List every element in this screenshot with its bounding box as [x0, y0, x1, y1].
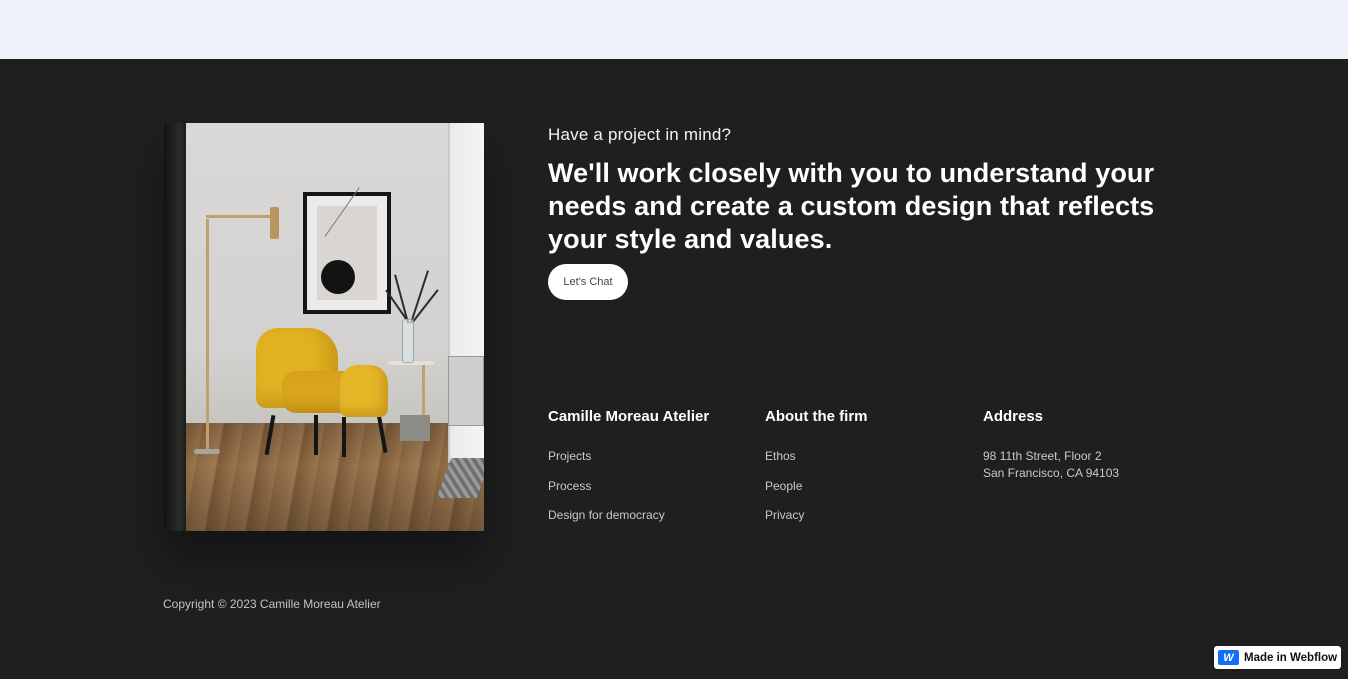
photo-lamp-arm [206, 215, 272, 218]
address-line: 98 11th Street, Floor 2 [983, 449, 1102, 463]
photo-door [164, 123, 186, 531]
photo-cabinet [448, 356, 484, 426]
photo-chair-arm [340, 365, 388, 417]
photo-artwork-frame [303, 187, 391, 314]
column-heading: About the firm [765, 408, 868, 425]
footer-column-address: Address 98 11th Street, Floor 2 San Fran… [983, 408, 1119, 482]
cta-eyebrow: Have a project in mind? [548, 125, 732, 144]
made-in-webflow-badge[interactable]: W Made in Webflow [1214, 646, 1341, 669]
photo-vase [402, 319, 414, 363]
photo-lamp-base [194, 449, 220, 454]
cta-headline: We'll work closely with you to understan… [548, 158, 1155, 254]
footer-column-brand: Camille Moreau Atelier Projects Process … [548, 408, 709, 537]
column-heading: Camille Moreau Atelier [548, 408, 710, 425]
footer-link-projects[interactable]: Projects [548, 448, 709, 478]
footer-link-people[interactable]: People [765, 478, 868, 508]
photo-planter [400, 415, 430, 441]
footer-link-process[interactable]: Process [548, 478, 709, 508]
column-heading: Address [983, 408, 1044, 425]
footer-link-design-for-democracy[interactable]: Design for democracy [548, 507, 709, 537]
interior-photo [164, 123, 484, 531]
footer-link-privacy[interactable]: Privacy [765, 507, 868, 537]
address-line: San Francisco, CA 94103 [983, 466, 1120, 480]
footer-links: Projects Process Design for democracy [548, 448, 709, 537]
top-band [0, 0, 1348, 59]
footer-link-ethos[interactable]: Ethos [765, 448, 868, 478]
footer-column-firm: About the firm Ethos People Privacy [765, 408, 868, 537]
photo-lamp-pole [206, 219, 209, 454]
address-block: 98 11th Street, Floor 2 San Francisco, C… [983, 448, 1119, 482]
footer-links: Ethos People Privacy [765, 448, 868, 537]
webflow-logo-icon: W [1218, 650, 1239, 665]
photo-lamp-head [270, 207, 279, 239]
copyright-text: Copyright © 2023 Camille Moreau Atelier [163, 597, 381, 611]
lets-chat-button[interactable]: Let's Chat [548, 264, 628, 300]
badge-label: Made in Webflow [1244, 651, 1338, 664]
